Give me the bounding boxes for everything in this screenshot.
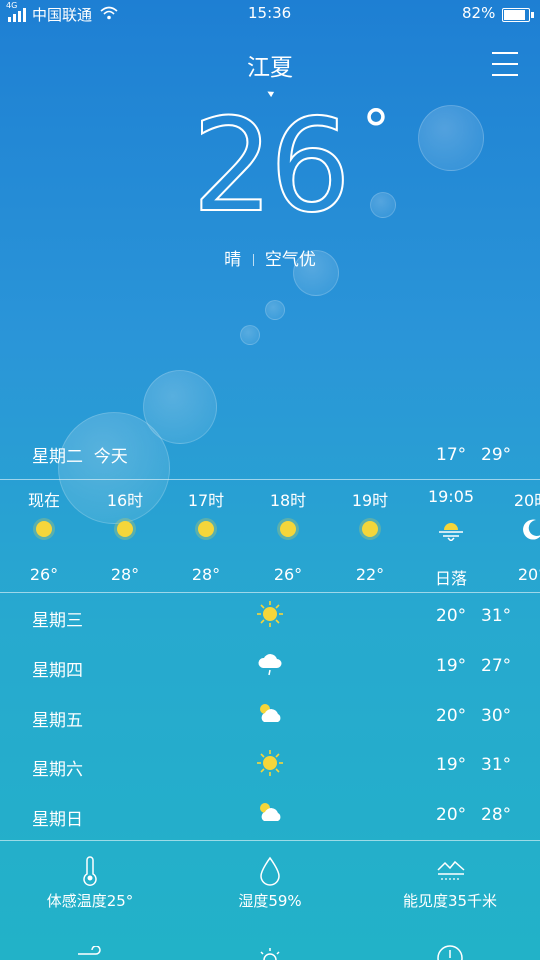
hour-temp: 22° [355, 565, 385, 584]
rain-cloud-icon [258, 654, 282, 676]
hour-time: 20时 [513, 491, 540, 510]
sun-icon [280, 521, 296, 537]
daily-row[interactable]: 星期日 20° 28° [0, 803, 540, 835]
detail-humidity: 湿度59% [180, 850, 360, 911]
decorative-bubble [240, 325, 260, 345]
hour-time: 19时 [351, 491, 389, 510]
visibility-icon [437, 860, 465, 880]
decorative-bubble [418, 105, 484, 171]
clock: 15:36 [248, 4, 292, 22]
hour-temp: 26° [29, 565, 59, 584]
divider [0, 592, 540, 593]
partly-cloudy-icon [260, 803, 281, 821]
hour-item: 19:05 日落 [419, 487, 483, 589]
hour-item: 现在 26° [12, 487, 76, 584]
city-name[interactable]: 江夏 [0, 48, 540, 82]
hour-time: 16时 [106, 491, 144, 510]
air-quality[interactable]: 空气优 [265, 250, 316, 270]
visibility-label: 能见度35千米 [402, 892, 498, 910]
separator [252, 254, 254, 266]
hour-item: 18时 26° [256, 487, 320, 584]
day-high: 30° [481, 706, 512, 726]
day-low: 19° [436, 656, 467, 676]
day-name: 星期日 [32, 810, 83, 830]
battery-percent: 82% [462, 4, 496, 22]
day-low: 19° [436, 755, 467, 775]
day-low: 20° [436, 706, 467, 726]
sunset-icon [439, 523, 463, 541]
today-low: 17° [436, 445, 467, 465]
partly-cloudy-icon [260, 704, 281, 722]
hourly-forecast[interactable]: 现在 26° 16时 28° 17时 28° 18时 26° 19时 22° 1… [0, 479, 540, 591]
hour-item: 16时 28° [93, 487, 157, 584]
day-high: 31° [481, 755, 512, 775]
network-badge: 4G [6, 1, 18, 10]
sun-icon [257, 601, 283, 627]
hour-time: 19:05 [427, 487, 475, 506]
wifi-icon [100, 6, 118, 20]
sun-icon [362, 521, 378, 537]
hour-time: 18时 [269, 491, 307, 510]
degree-symbol: ° [362, 99, 390, 164]
decorative-bubble [265, 300, 285, 320]
divider [0, 840, 540, 841]
current-temperature: 26 [191, 92, 352, 241]
weather-condition: 晴 [224, 250, 242, 270]
hour-temp: 日落 [434, 569, 467, 588]
daily-row[interactable]: 星期六 19° 31° [0, 750, 540, 785]
day-high: 28° [481, 805, 512, 825]
pressure-gauge-icon [437, 945, 463, 960]
daily-row[interactable]: 星期四 19° 27° [0, 654, 540, 686]
feels-like-label: 体感温度25° [46, 892, 134, 910]
hour-item: 17时 28° [174, 487, 238, 584]
detail-visibility: 能见度35千米 [360, 850, 540, 911]
wind-icon [78, 946, 101, 955]
day-name: 星期六 [32, 760, 83, 780]
day-high: 27° [481, 656, 512, 676]
hour-temp: 28° [191, 565, 221, 584]
daily-row[interactable]: 星期三 20° 31° [0, 601, 540, 636]
day-name: 星期三 [32, 611, 83, 631]
menu-icon[interactable] [492, 52, 518, 76]
carrier-name: 中国联通 [32, 6, 93, 24]
status-bar: 4G 中国联通 15:36 82% [0, 0, 540, 28]
humidity-drop-icon [260, 856, 280, 886]
hour-temp: 28° [110, 565, 140, 584]
hour-time: 现在 [27, 491, 60, 510]
hour-item: 19时 22° [338, 487, 402, 584]
moon-icon [523, 519, 540, 540]
decorative-bubble [370, 192, 396, 218]
day-name: 星期四 [32, 661, 83, 681]
battery-icon [502, 8, 534, 22]
hour-time: 17时 [187, 491, 225, 510]
day-name: 星期五 [32, 711, 83, 731]
day-low: 20° [436, 606, 467, 626]
day-high: 31° [481, 606, 512, 626]
hour-temp: 26° [273, 565, 303, 584]
day-low: 20° [436, 805, 467, 825]
today-label: 星期二 今天 [32, 447, 128, 467]
uv-sun-icon [260, 948, 280, 960]
hour-temp: 20° [517, 565, 540, 584]
today-high: 29° [481, 445, 512, 465]
daily-row[interactable]: 星期五 20° 30° [0, 704, 540, 736]
detail-feels-like: 体感温度25° [0, 850, 180, 911]
sun-icon [198, 521, 214, 537]
sun-icon [257, 750, 283, 776]
hour-item: 20时 20° [500, 487, 540, 584]
condition-line: 晴 空气优 [0, 245, 540, 270]
sun-icon [117, 521, 133, 537]
thermometer-icon [83, 856, 97, 886]
sun-icon [36, 521, 52, 537]
humidity-label: 湿度59% [238, 892, 302, 910]
